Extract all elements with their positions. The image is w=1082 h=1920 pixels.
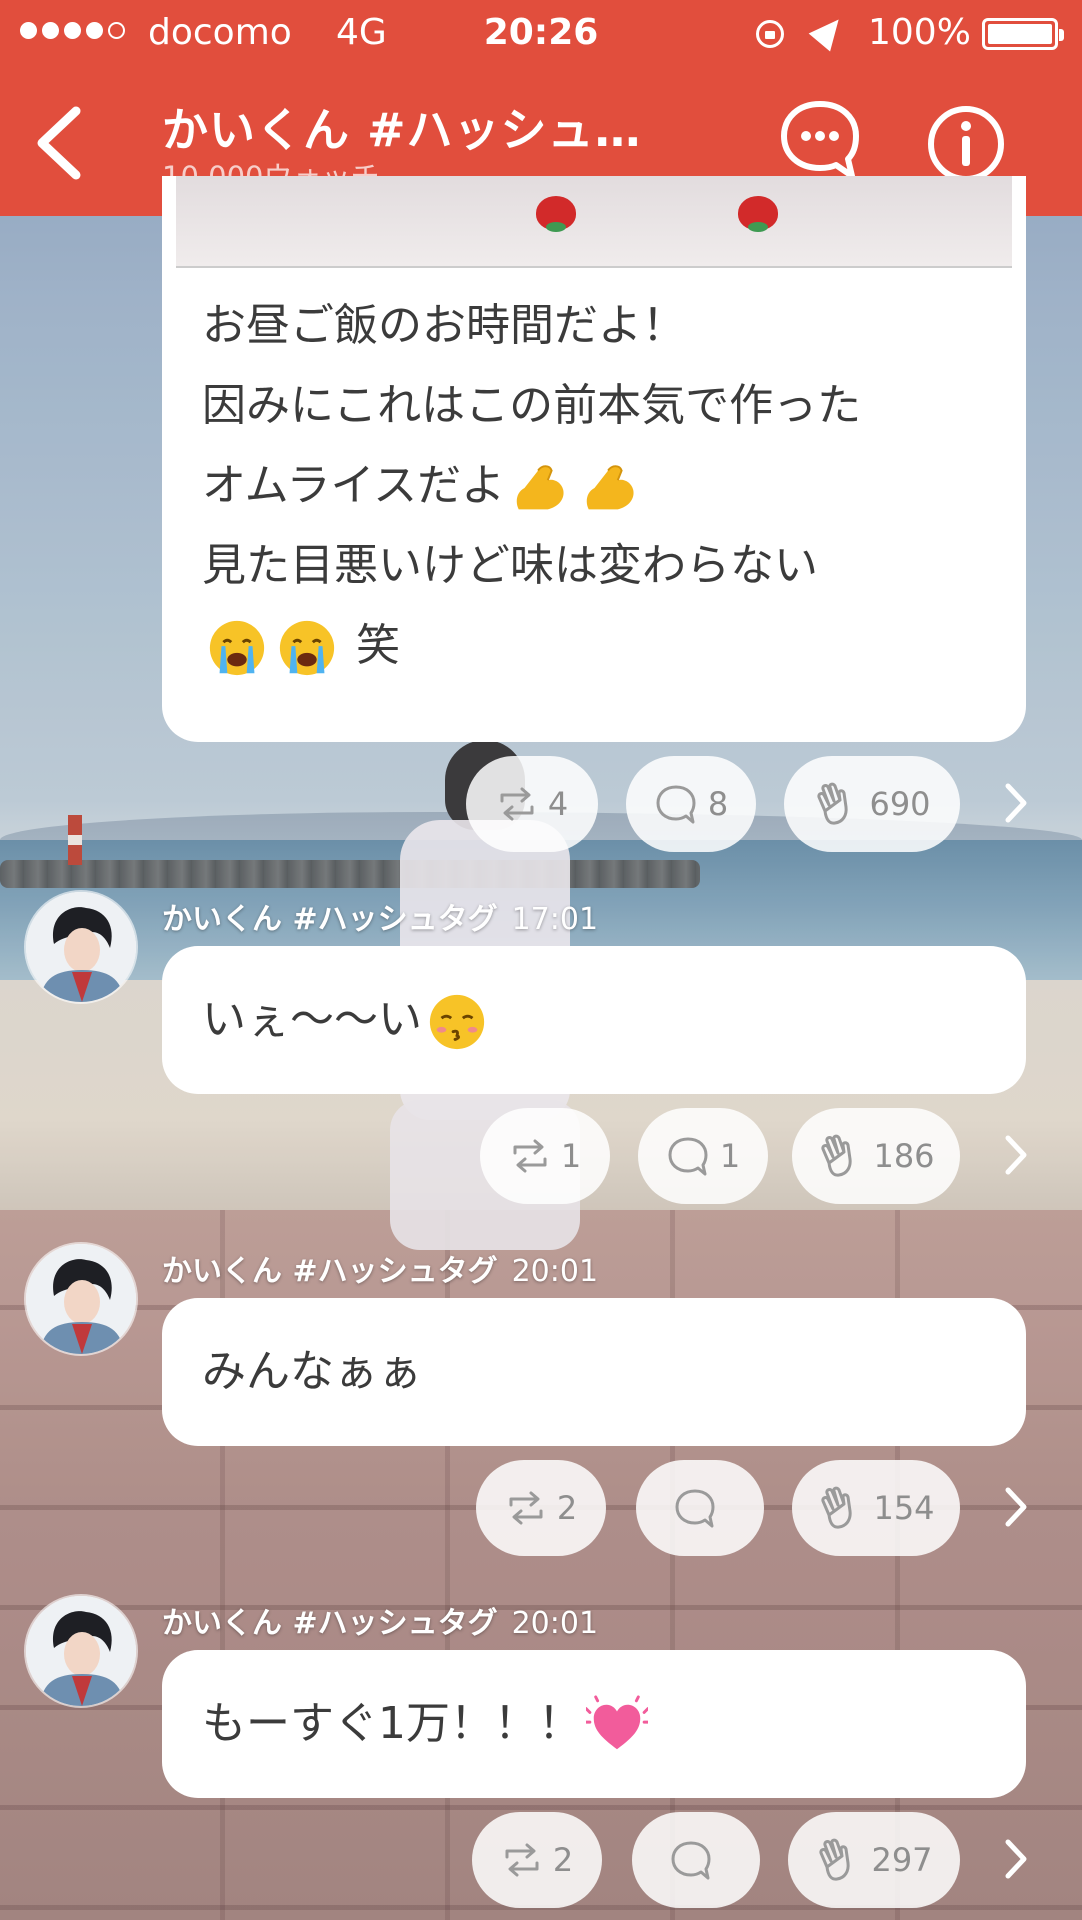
repost-count: 1 [560,1137,582,1175]
post-meta: かいくん #ハッシュタグ 20:01 [162,1246,598,1290]
post-meta: かいくん #ハッシュタグ 17:01 [162,894,598,938]
clap-button[interactable]: 154 [792,1460,960,1556]
chevron-right-icon[interactable] [996,778,1036,828]
comment-button[interactable] [636,1460,764,1556]
clap-icon [819,1838,851,1881]
post-text-line: お昼ご飯のお時間だよ！ [202,300,686,351]
chevron-right-icon[interactable] [996,1130,1036,1180]
comment-icon [656,785,696,824]
clap-button[interactable]: 690 [784,756,960,852]
clap-button[interactable]: 186 [792,1108,960,1204]
chevron-right-icon[interactable] [996,1482,1036,1532]
repost-icon [513,1139,547,1173]
user-avatar-image [26,892,136,1002]
post-text-body: いぇ〜〜い [202,994,422,1045]
post-time: 20:01 [511,1254,599,1289]
chat-button[interactable] [778,98,862,182]
author-name: かいくん #ハッシュタグ [162,902,498,937]
post-meta: かいくん #ハッシュタグ 20:01 [162,1598,598,1642]
repost-button[interactable]: 2 [472,1812,602,1908]
chevron-left-icon [37,106,81,180]
clap-count: 186 [873,1137,935,1175]
clap-count: 690 [869,785,931,823]
comment-button[interactable] [632,1812,760,1908]
comment-count: 8 [707,785,729,823]
reaction-row: 2 154 [0,1460,1082,1556]
channel-title: かいくん #ハッシュ… [162,103,642,157]
clap-icon [817,782,849,825]
post-bubble[interactable]: みんなぁぁ [162,1298,1026,1446]
post-time: 20:01 [511,1606,599,1641]
comment-button[interactable]: 1 [638,1108,768,1204]
post-text: もーすぐ1万！！！ [162,1650,1026,1798]
repost-count: 2 [552,1841,574,1879]
post-bubble[interactable]: いぇ〜〜い [162,946,1026,1094]
repost-button[interactable]: 1 [480,1108,610,1204]
comment-icon [675,1489,715,1528]
rotation-lock-icon [756,20,784,48]
info-icon [928,106,1004,182]
author-name: かいくん #ハッシュタグ [162,1254,498,1289]
chat-bubble-icon [781,101,859,179]
repost-icon [509,1491,543,1525]
repost-count: 4 [547,785,569,823]
post-text: みんなぁぁ [202,1346,422,1397]
post-text-line: 笑 [356,620,400,671]
author-name: かいくん #ハッシュタグ [162,1606,498,1641]
reaction-row: 1 1 186 [0,1108,1082,1204]
comment-icon [671,1841,711,1880]
post-text-line: 見た目悪いけど味は変わらない [202,540,818,591]
repost-icon [505,1843,539,1877]
repost-button[interactable]: 4 [466,756,598,852]
repost-count: 2 [556,1489,578,1527]
clap-icon [821,1134,853,1177]
avatar[interactable] [26,892,136,1002]
post-text-line: 因みにこれはこの前本気で作った [202,380,862,431]
avatar[interactable] [26,1244,136,1354]
reaction-row: 2 297 [0,1812,1082,1908]
comment-count: 1 [719,1137,741,1175]
repost-icon [500,787,534,821]
repost-button[interactable]: 2 [476,1460,606,1556]
post-bubble[interactable]: もーすぐ1万！！！ [162,1650,1026,1798]
beating-heart-icon [586,1695,648,1750]
reaction-row: 4 8 690 [0,756,1082,852]
post-text-line: オムライスだよ [202,460,506,511]
battery-icon [982,18,1064,50]
back-button[interactable] [28,103,98,183]
clap-count: 297 [871,1841,933,1879]
avatar[interactable] [26,1596,136,1706]
clap-count: 154 [873,1489,935,1527]
message-feed[interactable]: お昼ご飯のお時間だよ！ 因みにこれはこの前本気で作った オムライスだよ 見た目悪… [0,176,1082,1920]
post-text-body: もーすぐ1万！！！ [202,1698,582,1749]
clap-icon [821,1486,853,1529]
chevron-right-icon[interactable] [996,1834,1036,1884]
post-time: 17:01 [511,902,599,937]
user-avatar-image [26,1596,136,1706]
user-avatar-image [26,1244,136,1354]
flexed-biceps-icon [516,465,564,510]
flexed-biceps-icon [586,465,634,510]
crying-face-icon [209,620,265,676]
status-bar: docomo 4G 20:26 100% [0,0,1082,68]
comment-button[interactable]: 8 [626,756,756,852]
post-photo[interactable] [176,176,1012,268]
post-bubble[interactable]: お昼ご飯のお時間だよ！ 因みにこれはこの前本気で作った オムライスだよ 見た目悪… [162,176,1026,742]
comment-icon [668,1137,708,1176]
crying-face-icon [279,620,335,676]
battery-percentage: 100% [868,12,971,53]
info-button[interactable] [926,104,1006,184]
clap-button[interactable]: 297 [788,1812,960,1908]
post-text: いぇ〜〜い [162,946,1026,1094]
kissing-face-icon [429,994,485,1050]
post-text: お昼ご飯のお時間だよ！ 因みにこれはこの前本気で作った オムライスだよ 見た目悪… [162,286,901,686]
